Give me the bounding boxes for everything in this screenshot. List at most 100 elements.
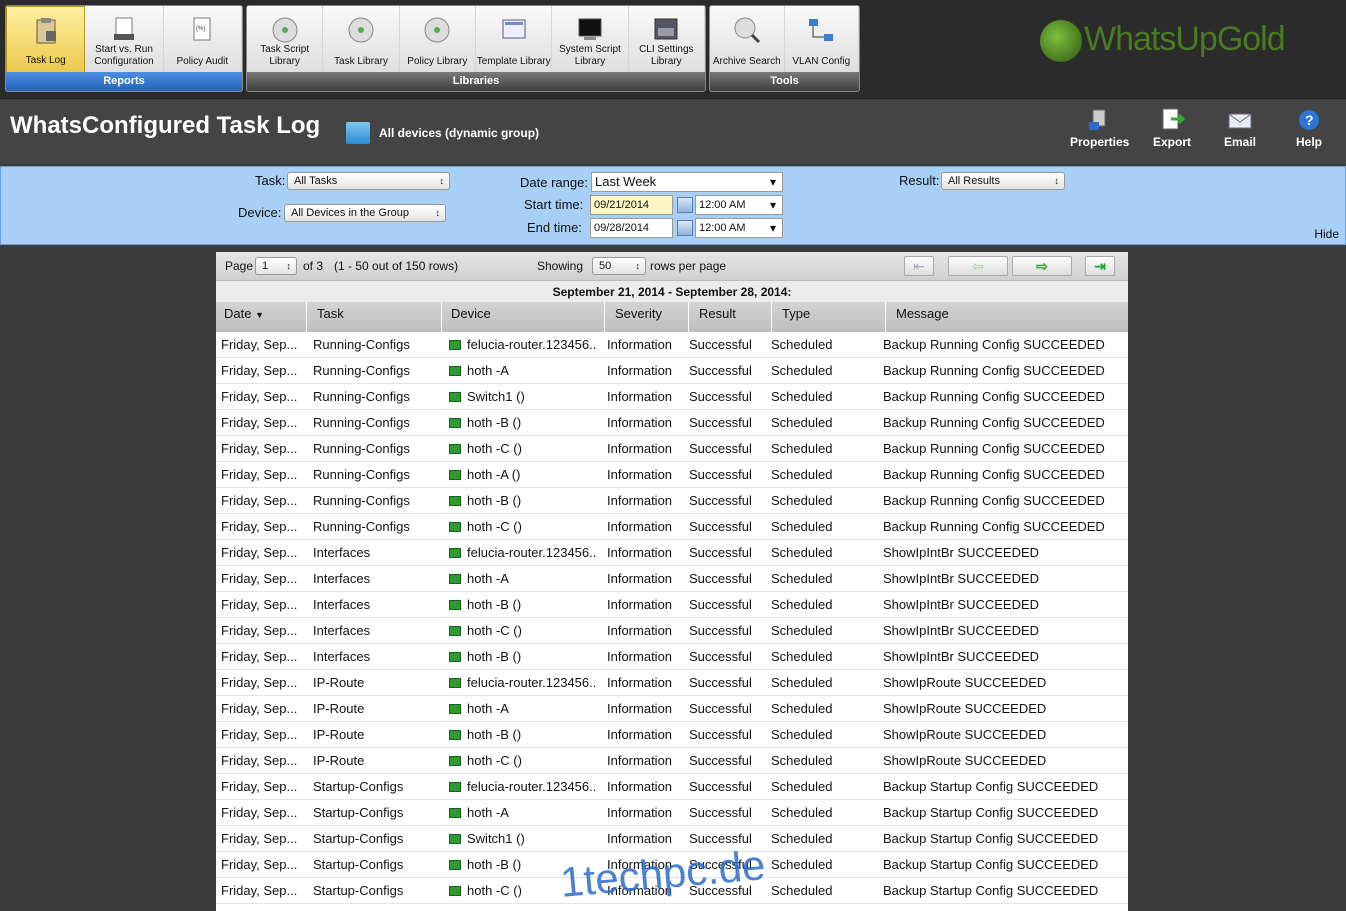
archive-search-button[interactable]: Archive Search (710, 6, 785, 74)
cli-settings-library-button[interactable]: CLI Settings Library (629, 6, 705, 74)
folder-icon[interactable] (346, 122, 370, 144)
table-cell: Scheduled (771, 696, 881, 722)
table-row[interactable]: Friday, Sep... Running-Configs hoth -B () I… (216, 410, 1128, 436)
column-header-device[interactable]: Device (443, 302, 605, 332)
vlan-config-button[interactable]: VLAN Config (785, 6, 859, 74)
cell-text: Friday, Sep... (221, 831, 298, 846)
table-cell: Information (607, 592, 687, 618)
table-row[interactable]: Friday, Sep... Startup-Configs hoth -A Info… (216, 800, 1128, 826)
table-cell: Running-Configs (313, 436, 445, 462)
table-cell: Information (607, 774, 687, 800)
table-cell: Scheduled (771, 670, 881, 696)
table-row[interactable]: Friday, Sep... IP-Route hoth -B () Informat… (216, 722, 1128, 748)
table-cell: Friday, Sep... (221, 670, 309, 696)
cell-text: Running-Configs (313, 389, 410, 404)
task-script-library-button[interactable]: Task Script Library (247, 6, 324, 74)
system-script-library-button[interactable]: System Script Library (552, 6, 629, 74)
column-header-result[interactable]: Result (691, 302, 772, 332)
start-calendar-icon[interactable] (677, 197, 693, 213)
date-range-select[interactable]: Last Week (591, 172, 783, 192)
showing-label: Showing (537, 259, 584, 273)
tools-group-label: Tools (710, 72, 859, 91)
table-row[interactable]: Friday, Sep... Interfaces hoth -B () Inform… (216, 592, 1128, 618)
table-cell: Backup Running Config SUCCEEDED (883, 358, 1128, 384)
properties-button[interactable]: Properties (1070, 108, 1129, 149)
table-row[interactable]: Friday, Sep... Interfaces hoth -A Informati… (216, 566, 1128, 592)
table-cell: Scheduled (771, 618, 881, 644)
cell-text: Successful (689, 753, 752, 768)
table-row[interactable]: Friday, Sep... Running-Configs Switch1 () I… (216, 384, 1128, 410)
table-cell: Successful (689, 722, 769, 748)
start-time-label: Start time: (524, 197, 584, 212)
policy-audit-button[interactable]: {%} Policy Audit (164, 6, 242, 74)
start-time-select[interactable]: 12:00 AM (695, 195, 783, 215)
device-select[interactable]: All Devices in the Group (284, 204, 446, 222)
svg-text:?: ? (1305, 112, 1314, 128)
table-row[interactable]: Friday, Sep... Interfaces hoth -B () Inform… (216, 644, 1128, 670)
task-log-button[interactable]: Task Log (6, 6, 86, 74)
column-header-message[interactable]: Message (888, 302, 1128, 332)
result-select[interactable]: All Results (941, 172, 1065, 190)
help-button[interactable]: ? Help (1296, 108, 1322, 149)
start-vs-run-button[interactable]: Start vs. Run Configuration (85, 6, 164, 74)
task-library-button[interactable]: Task Library (323, 6, 400, 74)
table-row[interactable]: Friday, Sep... Running-Configs hoth -C () I… (216, 436, 1128, 462)
cell-text: felucia-router.123456.. (467, 675, 597, 690)
cell-text: hoth -B () (467, 727, 522, 742)
table-cell: Backup Startup Config SUCCEEDED (883, 774, 1128, 800)
end-date-input[interactable]: 09/28/2014 (590, 218, 673, 238)
table-row[interactable]: Friday, Sep... Running-Configs hoth -A () I… (216, 462, 1128, 488)
last-page-icon[interactable]: ⇥ (1085, 256, 1115, 276)
table-cell: Running-Configs (313, 332, 445, 358)
column-header-date[interactable]: Date ▼ (216, 302, 307, 332)
first-page-icon[interactable]: ⇤ (904, 256, 934, 276)
cell-text: Running-Configs (313, 337, 410, 352)
rows-per-page-select[interactable]: 50 (592, 257, 646, 275)
table-cell: Running-Configs (313, 514, 445, 540)
cell-text: Interfaces (313, 597, 371, 612)
table-row[interactable]: Friday, Sep... Running-Configs hoth -C () I… (216, 514, 1128, 540)
column-header-task[interactable]: Task (309, 302, 442, 332)
end-calendar-icon[interactable] (677, 220, 693, 236)
next-page-icon[interactable]: ⇨ (1012, 256, 1072, 276)
cell-text: Information (607, 389, 673, 404)
table-row[interactable]: Friday, Sep... IP-Route hoth -A Information… (216, 696, 1128, 722)
table-row[interactable]: Friday, Sep... Running-Configs hoth -B () I… (216, 488, 1128, 514)
libraries-group-label: Libraries (247, 72, 705, 91)
cell-text: hoth -A (467, 363, 509, 378)
table-row[interactable]: Friday, Sep... Running-Configs hoth -A Info… (216, 358, 1128, 384)
template-library-button[interactable]: Template Library (476, 6, 553, 74)
page-select[interactable]: 1 (255, 257, 297, 275)
table-row[interactable]: Friday, Sep... Running-Configs felucia-rou… (216, 332, 1128, 358)
cell-text: Friday, Sep... (221, 857, 298, 872)
cell-text: Successful (689, 389, 752, 404)
column-header-type[interactable]: Type (774, 302, 886, 332)
cell-text: IP-Route (313, 727, 365, 742)
task-select[interactable]: All Tasks (287, 172, 450, 190)
table-cell: Friday, Sep... (221, 488, 309, 514)
table-cell: Successful (689, 644, 769, 670)
column-header-severity[interactable]: Severity (607, 302, 689, 332)
table-cell: Scheduled (771, 514, 881, 540)
table-row[interactable]: Friday, Sep... Startup-Configs felucia-rou… (216, 774, 1128, 800)
table-cell: Backup Startup Config SUCCEEDED (883, 826, 1128, 852)
end-time-select[interactable]: 12:00 AM (695, 218, 783, 238)
table-row[interactable]: Friday, Sep... Interfaces felucia-router.1… (216, 540, 1128, 566)
cell-text: Scheduled (771, 753, 833, 768)
start-date-input[interactable]: 09/21/2014 (590, 195, 673, 215)
table-row[interactable]: Friday, Sep... Interfaces hoth -C () Inform… (216, 618, 1128, 644)
device-group-link[interactable]: All devices (dynamic group) (379, 126, 539, 140)
prev-page-icon[interactable]: ⇦ (948, 256, 1008, 276)
email-button[interactable]: Email (1224, 108, 1256, 149)
export-button[interactable]: Export (1153, 108, 1191, 149)
cell-text: Successful (689, 571, 752, 586)
hide-filters-link[interactable]: Hide (1314, 227, 1339, 241)
device-icon (449, 677, 461, 688)
cell-text: Scheduled (771, 805, 833, 820)
table-row[interactable]: Friday, Sep... IP-Route hoth -C () Informat… (216, 748, 1128, 774)
cell-text: Friday, Sep... (221, 571, 298, 586)
cd-icon (348, 17, 374, 43)
cell-text: hoth -B () (467, 857, 522, 872)
policy-library-button[interactable]: Policy Library (400, 6, 476, 74)
table-row[interactable]: Friday, Sep... IP-Route felucia-router.123… (216, 670, 1128, 696)
